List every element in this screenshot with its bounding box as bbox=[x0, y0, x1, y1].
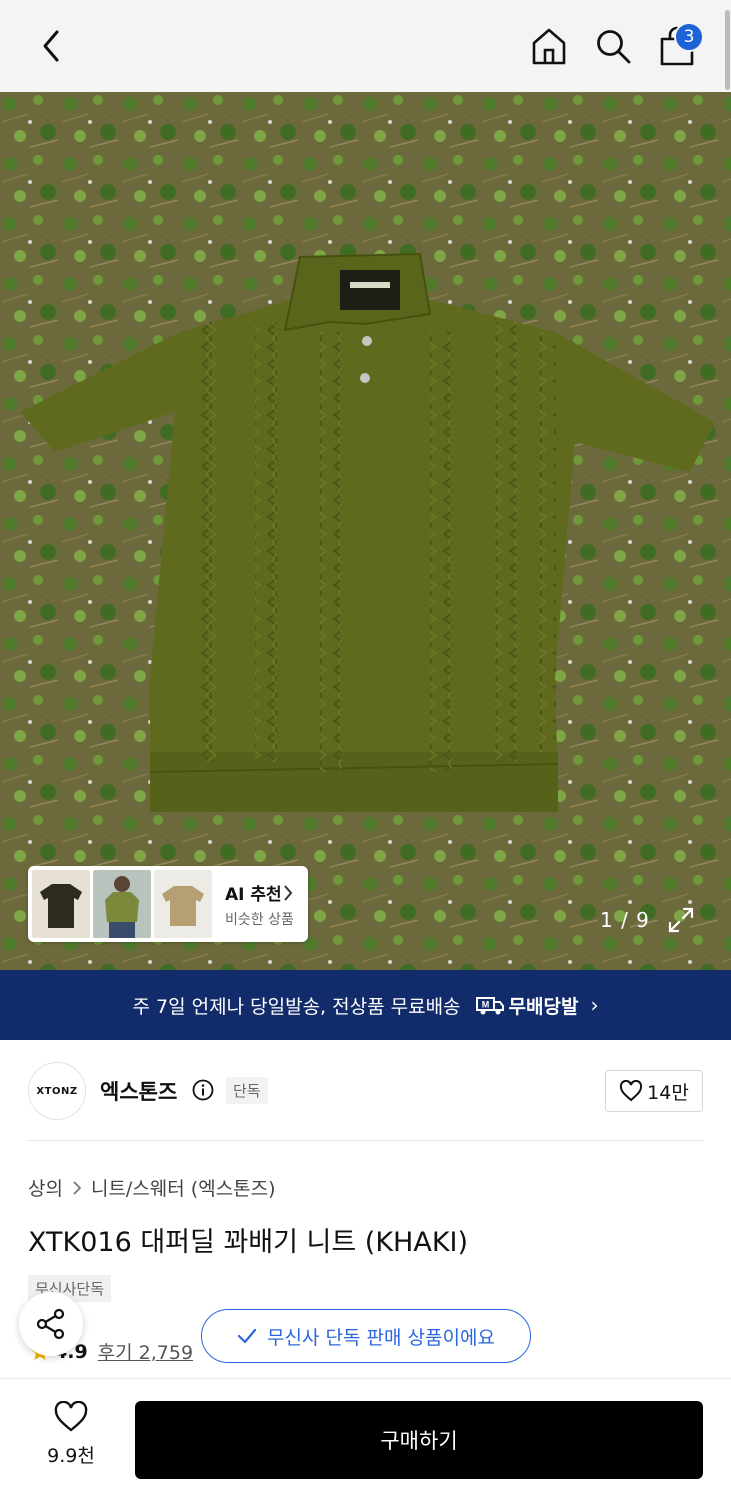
banner-text: 주 7일 언제나 당일발송, 전상품 무료배송 bbox=[132, 995, 461, 1018]
scrollbar-thumb[interactable] bbox=[725, 10, 730, 90]
ai-recommendation-card[interactable]: AI 추천 비슷한 상품 bbox=[28, 866, 308, 942]
brand-row: XTONZ 엑스톤즈 단독 14만 bbox=[28, 1062, 704, 1122]
image-counter: 1 / 9 bbox=[600, 908, 650, 932]
breadcrumb-subcategory[interactable]: 니트/스웨터 (엑스톤즈) bbox=[91, 1174, 276, 1201]
brand-name[interactable]: 엑스톤즈 bbox=[100, 1076, 177, 1106]
wishlist-button[interactable]: 9.9천 bbox=[40, 1401, 102, 1477]
recommendation-thumbnail[interactable] bbox=[32, 870, 90, 938]
share-icon bbox=[36, 1308, 65, 1340]
heart-icon bbox=[620, 1080, 643, 1102]
cart-count-badge: 3 bbox=[674, 22, 704, 52]
chevron-right-icon bbox=[284, 885, 293, 901]
home-icon bbox=[532, 28, 566, 65]
info-icon[interactable] bbox=[192, 1079, 214, 1101]
top-navigation-bar: 3 bbox=[0, 0, 731, 92]
breadcrumb-category[interactable]: 상의 bbox=[28, 1174, 63, 1201]
product-photo bbox=[0, 92, 731, 970]
chevron-left-icon bbox=[43, 30, 59, 62]
exclusive-toast: 무신사 단독 판매 상품이에요 bbox=[201, 1309, 531, 1363]
ai-recommendation-subtitle: 비슷한 상품 bbox=[225, 911, 294, 928]
brand-like-count: 14만 bbox=[647, 1081, 689, 1104]
toast-text: 무신사 단독 판매 상품이에요 bbox=[267, 1326, 495, 1349]
svg-text:M: M bbox=[481, 1000, 489, 1010]
delivery-truck-icon: M bbox=[475, 997, 504, 1015]
chevron-right-icon: › bbox=[590, 993, 599, 1017]
banner-brand: M 무배당발 bbox=[475, 992, 579, 1019]
search-button[interactable] bbox=[593, 24, 633, 68]
breadcrumb: 상의 니트/스웨터 (엑스톤즈) bbox=[28, 1174, 276, 1201]
search-icon bbox=[597, 30, 631, 64]
brand-logo[interactable]: XTONZ bbox=[28, 1062, 86, 1120]
review-link[interactable]: 후기 2,759 bbox=[98, 1338, 193, 1365]
home-button[interactable] bbox=[529, 24, 569, 68]
back-button[interactable] bbox=[34, 28, 68, 64]
recommendation-thumbnail[interactable] bbox=[93, 870, 151, 938]
chevron-right-icon bbox=[73, 1180, 82, 1195]
expand-icon bbox=[668, 907, 694, 933]
bottom-action-bar: 9.9천 구매하기 bbox=[0, 1378, 731, 1500]
divider bbox=[28, 1140, 704, 1141]
heart-icon bbox=[54, 1401, 88, 1432]
recommendation-thumbnail[interactable] bbox=[154, 870, 212, 938]
exclusive-badge: 단독 bbox=[226, 1077, 268, 1104]
product-image-carousel[interactable]: AI 추천 비슷한 상품 1 / 9 bbox=[0, 92, 731, 970]
scrollbar[interactable] bbox=[724, 0, 731, 92]
share-button[interactable] bbox=[19, 1292, 83, 1356]
banner-brand-label: 무배당발 bbox=[508, 995, 579, 1018]
product-title: XTK016 대퍼딜 꽈배기 니트 (KHAKI) bbox=[28, 1227, 469, 1258]
wishlist-count: 9.9천 bbox=[47, 1445, 95, 1467]
brand-like-button[interactable]: 14만 bbox=[605, 1070, 703, 1112]
check-icon bbox=[237, 1328, 257, 1344]
delivery-banner[interactable]: 주 7일 언제나 당일발송, 전상품 무료배송 M 무배당발 › bbox=[0, 970, 731, 1040]
buy-button[interactable]: 구매하기 bbox=[135, 1401, 703, 1479]
expand-button[interactable] bbox=[666, 905, 696, 935]
